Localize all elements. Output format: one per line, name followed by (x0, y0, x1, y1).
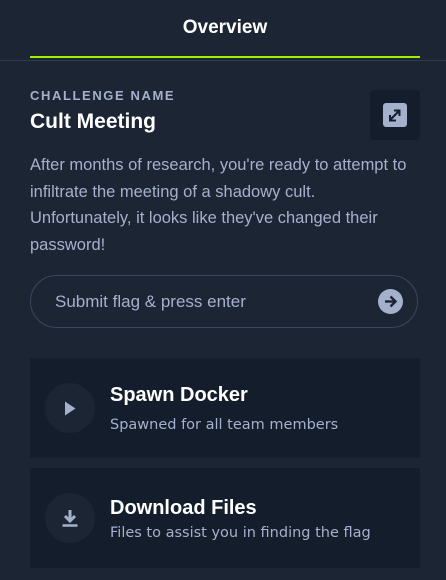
download-files-subtitle: Files to assist you in finding the flag (110, 525, 371, 541)
challenge-description: After months of research, you're ready t… (30, 156, 407, 254)
download-files-title: Download Files (110, 497, 257, 519)
spawn-docker-button[interactable]: Spawn Docker Spawned for all team member… (30, 358, 420, 458)
tab-overview[interactable]: Overview (30, 0, 420, 58)
share-icon (383, 103, 407, 127)
challenge-title: Cult Meeting (30, 110, 156, 133)
download-files-button[interactable]: Download Files Files to assist you in fi… (30, 468, 420, 568)
spawn-docker-subtitle: Spawned for all team members (110, 417, 339, 433)
share-button[interactable] (370, 90, 420, 140)
tab-bar: Overview (0, 0, 446, 61)
spawn-docker-title: Spawn Docker (110, 384, 248, 406)
arrow-right-icon[interactable] (378, 289, 403, 314)
download-icon (45, 493, 95, 543)
play-icon (45, 383, 95, 433)
flag-input[interactable] (55, 276, 375, 327)
flag-input-container (30, 275, 418, 328)
challenge-name-label: CHALLENGE NAME (30, 88, 176, 103)
